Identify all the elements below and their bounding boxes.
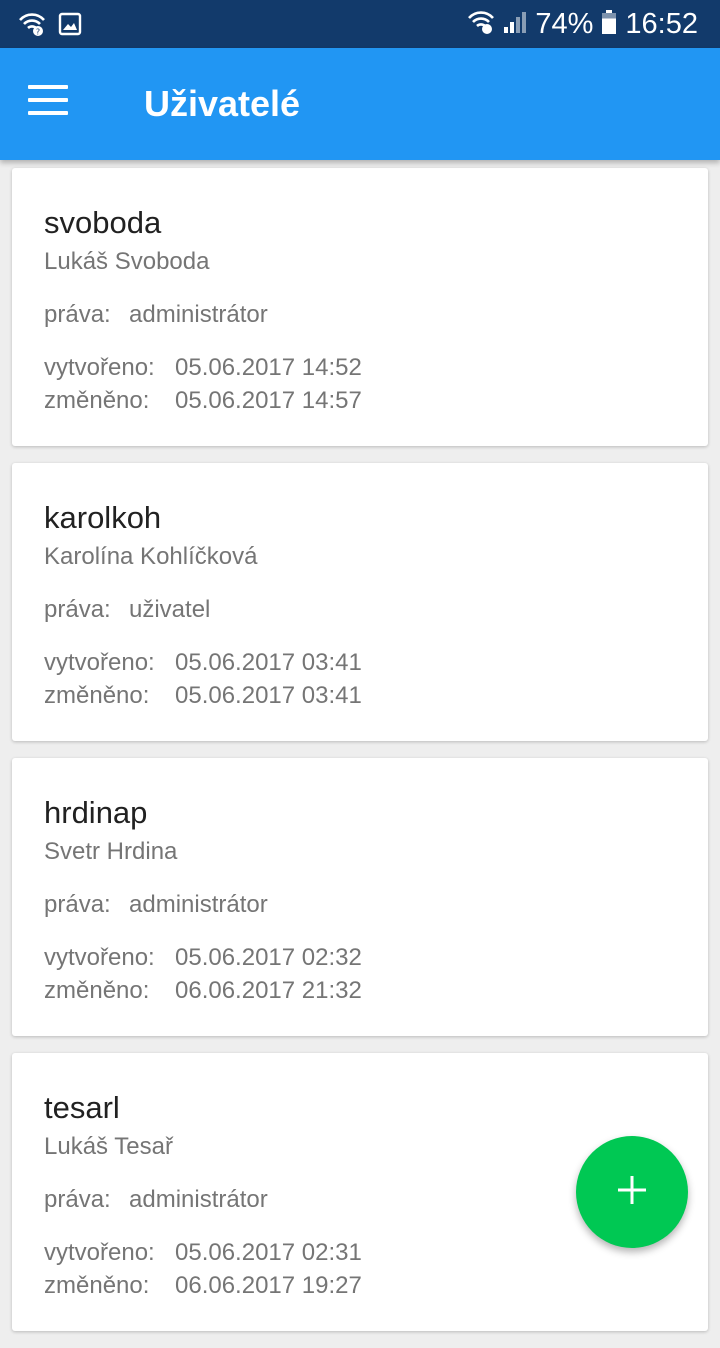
rights-label: práva: <box>44 891 111 918</box>
rights-label: práva: <box>44 1186 111 1213</box>
modified-label: změněno: <box>44 977 150 1004</box>
modified-value: 05.06.2017 03:41 <box>175 682 362 709</box>
plus-icon <box>616 1174 648 1211</box>
created-label: vytvořeno: <box>44 354 155 381</box>
rights-label: práva: <box>44 301 111 328</box>
modified-row: změněno: 06.06.2017 19:27 <box>44 1272 362 1300</box>
clock: 16:52 <box>625 8 698 40</box>
user-card[interactable]: svoboda Lukáš Svoboda práva: administráto… <box>12 168 708 446</box>
created-label: vytvořeno: <box>44 944 155 971</box>
created-value: 05.06.2017 02:32 <box>175 944 362 971</box>
username: hrdinap <box>44 795 148 830</box>
created-label: vytvořeno: <box>44 1239 155 1266</box>
created-row: vytvořeno: 05.06.2017 03:41 <box>44 649 362 677</box>
created-row: vytvořeno: 05.06.2017 14:52 <box>44 354 362 382</box>
user-card[interactable]: hrdinap Svetr Hrdina práva: administrátor… <box>12 758 708 1036</box>
username: karolkoh <box>44 500 162 535</box>
status-bar-right: 74% 16:52 <box>459 0 698 48</box>
modified-value: 06.06.2017 21:32 <box>175 977 362 1004</box>
modified-label: změněno: <box>44 387 150 414</box>
signal-icon <box>503 9 527 40</box>
battery-percent: 74% <box>535 8 594 40</box>
rights-value: uživatel <box>129 596 211 623</box>
rights-label: práva: <box>44 596 111 623</box>
app-bar: Uživatelé <box>0 48 720 160</box>
username: svoboda <box>44 205 162 240</box>
rights-row: práva: administrátor <box>44 301 268 329</box>
status-bar-left: ? <box>18 11 94 37</box>
rights-row: práva: administrátor <box>44 891 268 919</box>
created-label: vytvořeno: <box>44 649 155 676</box>
hamburger-menu-icon[interactable] <box>28 85 68 115</box>
created-value: 05.06.2017 03:41 <box>175 649 362 676</box>
created-row: vytvořeno: 05.06.2017 02:31 <box>44 1239 362 1267</box>
rights-value: administrátor <box>129 891 268 918</box>
created-value: 05.06.2017 14:52 <box>175 354 362 381</box>
full-name: Lukáš Svoboda <box>44 248 210 275</box>
modified-row: změněno: 06.06.2017 21:32 <box>44 977 362 1005</box>
created-row: vytvořeno: 05.06.2017 02:32 <box>44 944 362 972</box>
rights-value: administrátor <box>129 301 268 328</box>
username: tesarl <box>44 1090 120 1125</box>
modified-label: změněno: <box>44 682 150 709</box>
modified-row: změněno: 05.06.2017 03:41 <box>44 682 362 710</box>
created-value: 05.06.2017 02:31 <box>175 1239 362 1266</box>
wifi-calling-icon <box>467 9 495 40</box>
full-name: Svetr Hrdina <box>44 838 178 865</box>
svg-text:?: ? <box>36 28 40 37</box>
user-card[interactable]: karolkoh Karolína Kohlíčková práva: uživa… <box>12 463 708 741</box>
rights-row: práva: uživatel <box>44 596 210 624</box>
wifi-calling-icon: ? <box>18 11 46 37</box>
full-name: Karolína Kohlíčková <box>44 543 258 570</box>
page-title: Uživatelé <box>144 83 301 124</box>
full-name: Lukáš Tesař <box>44 1133 173 1160</box>
battery-icon <box>601 9 617 40</box>
status-bar: ? 74% 16:52 <box>0 0 720 48</box>
add-user-button[interactable] <box>576 1136 688 1248</box>
modified-label: změněno: <box>44 1272 150 1299</box>
modified-value: 05.06.2017 14:57 <box>175 387 362 414</box>
image-notification-icon <box>58 12 82 36</box>
modified-value: 06.06.2017 19:27 <box>175 1272 362 1299</box>
rights-row: práva: administrátor <box>44 1186 268 1214</box>
modified-row: změněno: 05.06.2017 14:57 <box>44 387 362 415</box>
rights-value: administrátor <box>129 1186 268 1213</box>
